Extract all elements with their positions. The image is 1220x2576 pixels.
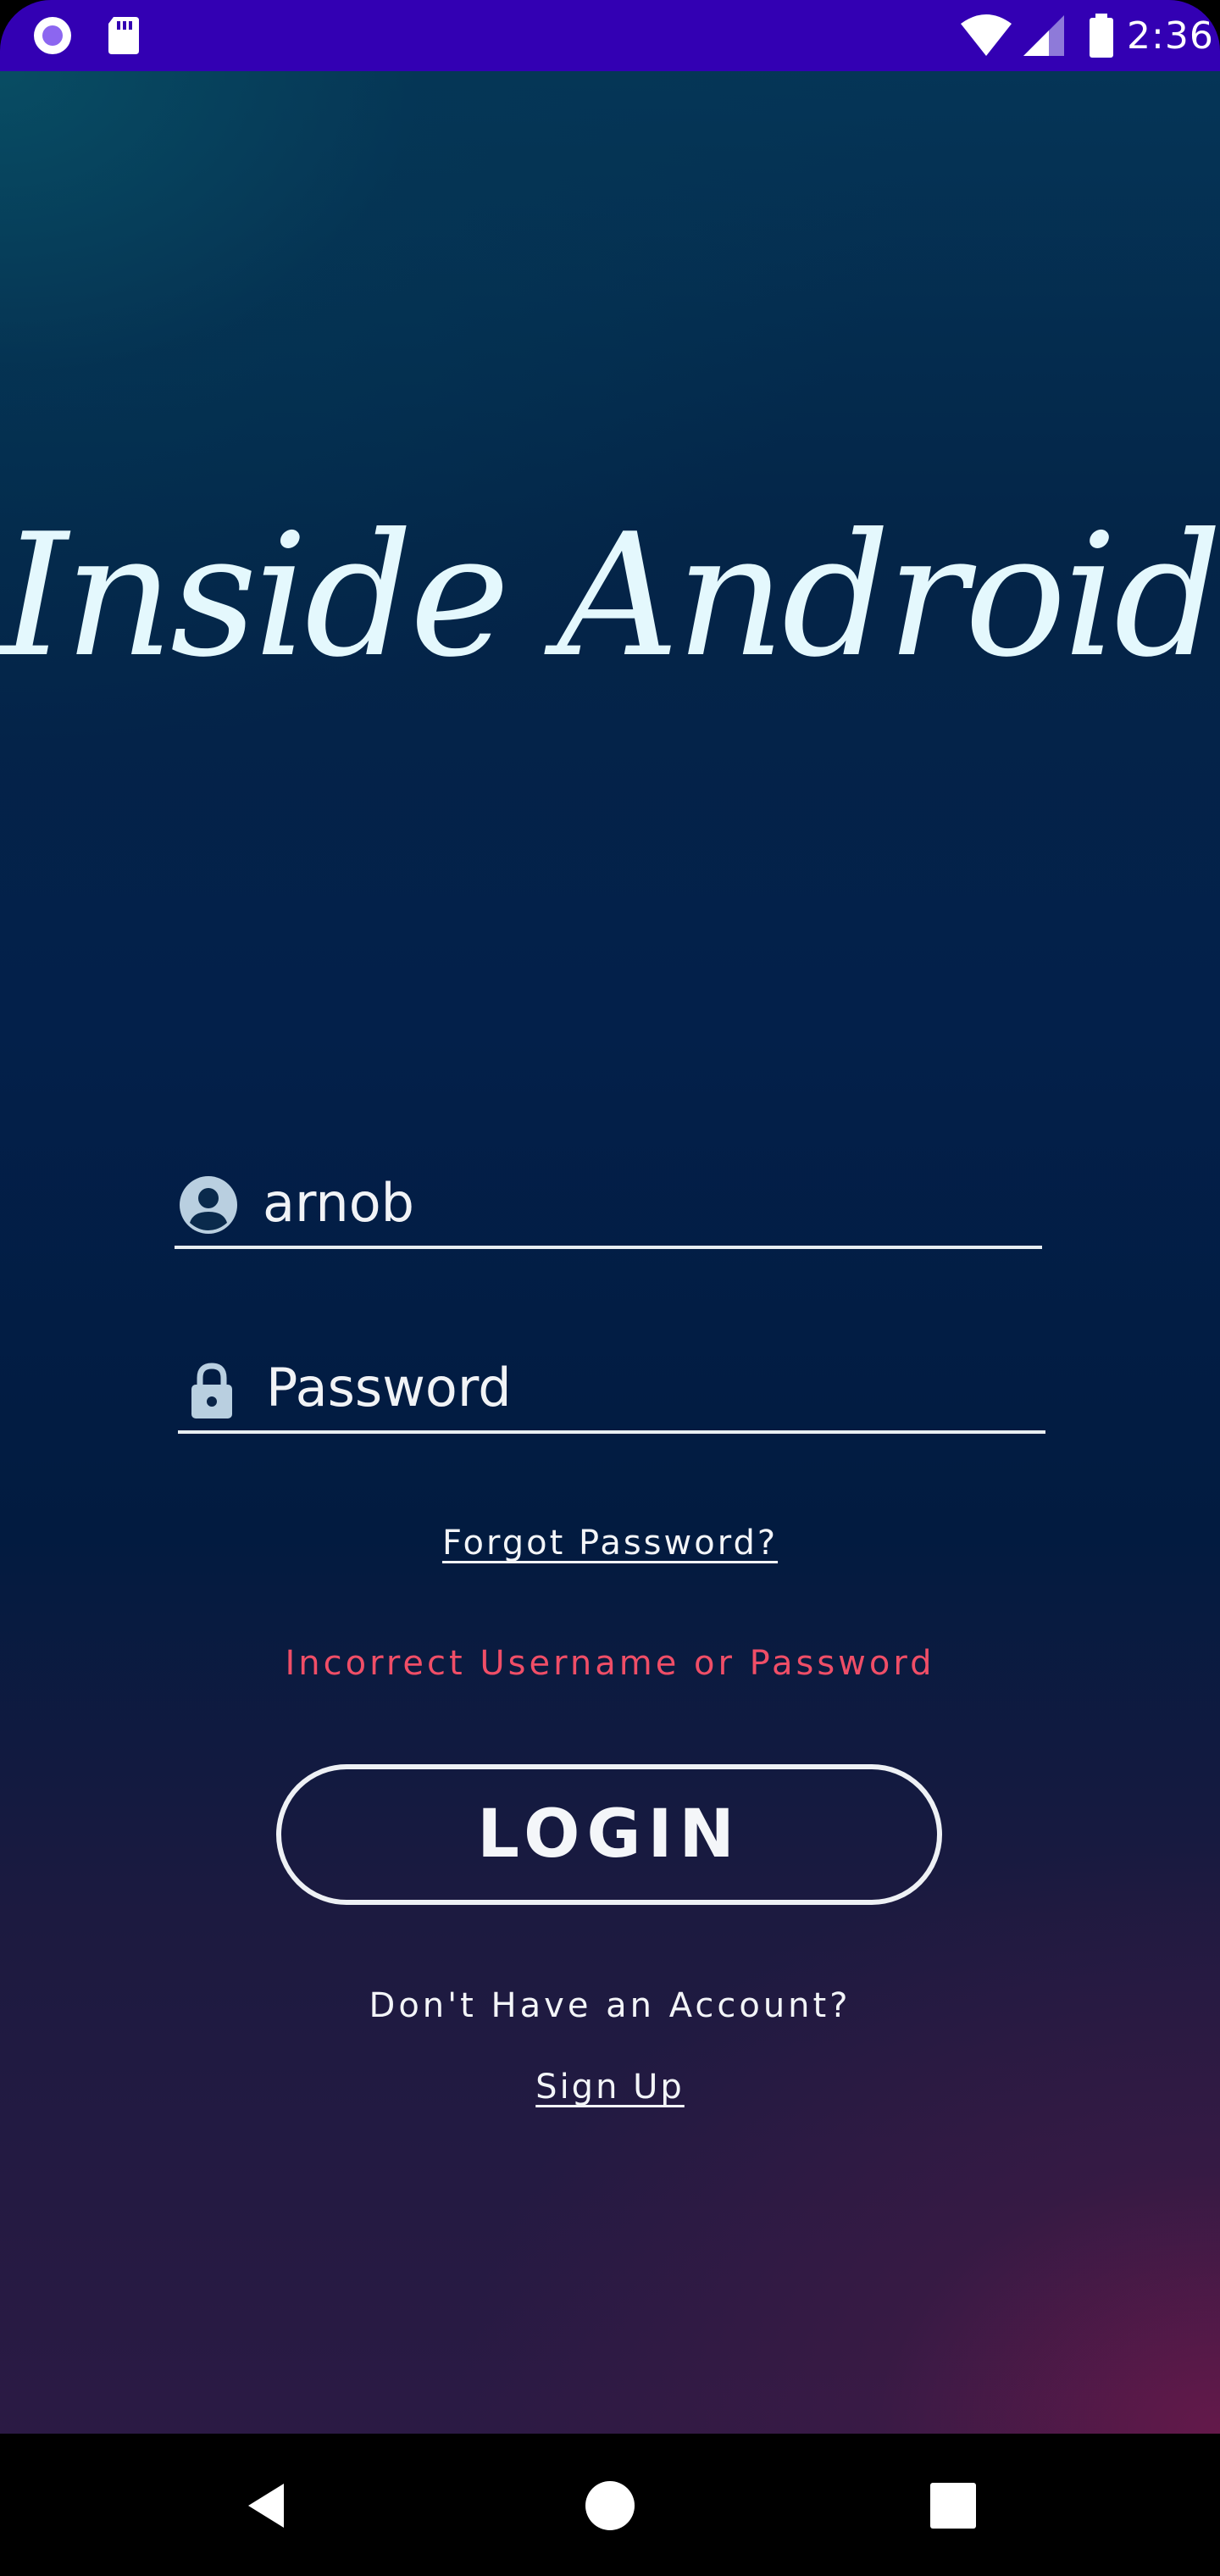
password-input[interactable] <box>266 1354 1029 1422</box>
status-right-cluster: 2:36 <box>959 0 1220 71</box>
record-icon <box>29 12 76 59</box>
forgot-password-container: Forgot Password? <box>0 1524 1220 1563</box>
signup-link[interactable]: Sign Up <box>535 2068 685 2107</box>
password-field[interactable] <box>178 1337 1045 1434</box>
forgot-password-link[interactable]: Forgot Password? <box>442 1524 778 1563</box>
battery-icon <box>1084 12 1118 59</box>
wifi-icon <box>959 12 1013 59</box>
recents-icon[interactable] <box>915 2468 991 2544</box>
no-account-label: Don't Have an Account? <box>369 1986 851 2025</box>
navigation-bar <box>0 2434 1220 2576</box>
error-message: Incorrect Username or Password <box>285 1644 935 1683</box>
status-time: 2:36 <box>1127 14 1214 58</box>
sd-card-icon <box>100 12 147 59</box>
lock-icon <box>181 1359 242 1420</box>
back-icon[interactable] <box>229 2468 305 2544</box>
signup-container: Sign Up <box>0 2068 1220 2107</box>
login-screen: Inside Android arnob Forgot Password? In… <box>0 71 1220 2434</box>
status-bar: 2:36 <box>0 0 1220 71</box>
account-circle-icon <box>178 1174 239 1235</box>
username-field[interactable]: arnob <box>175 1152 1042 1249</box>
home-icon[interactable] <box>572 2468 648 2544</box>
phone-screen: 2:36 Inside Android arnob Forgot Passwor… <box>0 0 1220 2576</box>
cell-signal-icon <box>1020 12 1068 59</box>
app-title: Inside Android <box>1 497 1220 695</box>
username-value: arnob <box>263 1172 414 1234</box>
login-button[interactable]: LOGIN <box>276 1764 942 1905</box>
